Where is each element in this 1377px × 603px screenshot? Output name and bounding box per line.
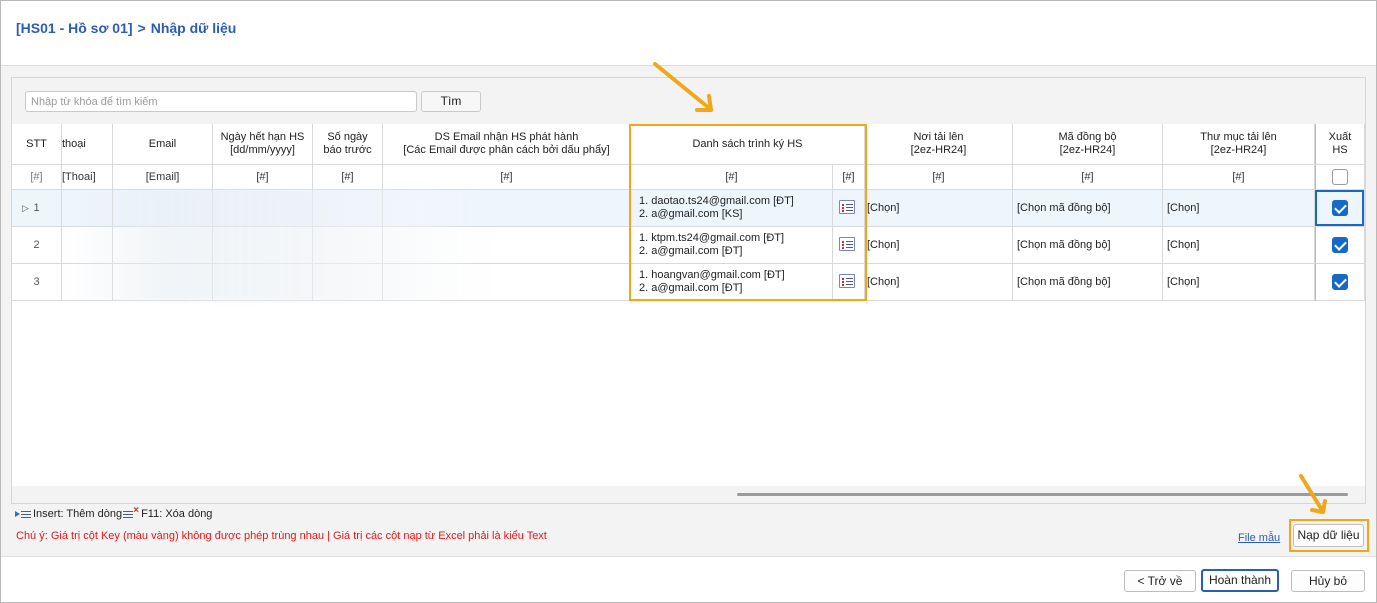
filter-sync-code[interactable]: [#] xyxy=(1013,165,1163,190)
cell-signers-picker[interactable] xyxy=(833,190,865,227)
search-button[interactable]: Tìm xyxy=(421,91,481,112)
cell-signers[interactable]: 1. ktpm.ts24@gmail.com [ĐT] 2. a@gmail.c… xyxy=(631,227,833,264)
col-header-expiry-date[interactable]: Ngày hết hạn HS [dd/mm/yyyy] xyxy=(213,124,313,165)
cell-notice-days[interactable] xyxy=(313,227,383,264)
finish-button[interactable]: Hoàn thành xyxy=(1201,569,1279,592)
filter-expiry-date[interactable]: [#] xyxy=(213,165,313,190)
breadcrumb-current-page: Nhập dữ liệu xyxy=(150,20,237,36)
filter-signers-icon-col[interactable]: [#] xyxy=(833,165,865,190)
filter-export xyxy=(1315,165,1365,190)
cell-email[interactable] xyxy=(113,227,213,264)
cell-phone[interactable] xyxy=(62,227,113,264)
row-number: 3 xyxy=(33,276,40,288)
cell-sync-code[interactable]: [Chọn mã đồng bộ] xyxy=(1013,227,1163,264)
keyboard-hints: Insert: Thêm dòng × F11: Xóa dòng xyxy=(15,506,213,520)
cell-export xyxy=(1315,264,1365,301)
cell-notice-days[interactable] xyxy=(313,190,383,227)
back-button[interactable]: < Trở về xyxy=(1124,570,1196,592)
focused-cell-outline xyxy=(1315,190,1364,226)
filter-upload-place[interactable]: [#] xyxy=(865,165,1013,190)
delete-row-icon: × xyxy=(123,506,139,519)
cell-sync-code[interactable]: [Chọn mã đồng bộ] xyxy=(1013,264,1163,301)
signer-line: 2. a@gmail.com [ĐT] xyxy=(639,245,743,257)
cell-upload-place[interactable]: [Chọn] xyxy=(865,264,1013,301)
col-header-sync-code[interactable]: Mã đồng bộ [2ez-HR24] xyxy=(1013,124,1163,165)
header-bar: [HS01 - Hồ sơ 01] > Nhập dữ liệu xyxy=(1,1,1376,66)
filter-signers[interactable]: [#] xyxy=(631,165,833,190)
signer-line: 1. ktpm.ts24@gmail.com [ĐT] xyxy=(639,232,785,244)
horizontal-scrollbar[interactable] xyxy=(12,486,1365,503)
cell-sync-code[interactable]: [Chọn mã đồng bộ] xyxy=(1013,190,1163,227)
cell-expiry-date[interactable] xyxy=(213,190,313,227)
filter-email[interactable]: [Email] xyxy=(113,165,213,190)
cell-notice-days[interactable] xyxy=(313,264,383,301)
cancel-button[interactable]: Hủy bỏ xyxy=(1291,570,1365,592)
cell-export xyxy=(1315,227,1365,264)
table-row-stt[interactable]: 2 xyxy=(12,227,62,264)
cell-email[interactable] xyxy=(113,190,213,227)
cell-signers[interactable]: 1. daotao.ts24@gmail.com [ĐT] 2. a@gmail… xyxy=(631,190,833,227)
load-data-button[interactable]: Nạp dữ liệu xyxy=(1293,524,1364,547)
delete-hint: F11: Xóa dòng xyxy=(141,508,213,520)
col-header-upload-folder[interactable]: Thư mục tải lên [2ez-HR24] xyxy=(1163,124,1315,165)
signer-line: 2. a@gmail.com [KS] xyxy=(639,208,743,220)
table-row-stt[interactable]: ▷ 1 xyxy=(12,190,62,227)
cell-expiry-date[interactable] xyxy=(213,264,313,301)
table-row-stt[interactable]: 3 xyxy=(12,264,62,301)
cell-signers[interactable]: 1. hoangvan@gmail.com [ĐT] 2. a@gmail.co… xyxy=(631,264,833,301)
insert-row-icon xyxy=(15,509,31,519)
cell-phone[interactable] xyxy=(62,264,113,301)
cell-signers-picker[interactable] xyxy=(833,264,865,301)
select-all-checkbox[interactable] xyxy=(1332,169,1348,185)
col-header-notice-days[interactable]: Số ngày báo trước xyxy=(313,124,383,165)
cell-signers-picker[interactable] xyxy=(833,227,865,264)
col-header-upload-place[interactable]: Nơi tải lên [2ez-HR24] xyxy=(865,124,1013,165)
breadcrumb-separator: > xyxy=(137,20,146,36)
cell-ds-email[interactable] xyxy=(383,190,631,227)
cell-upload-folder[interactable]: [Chọn] xyxy=(1163,190,1315,227)
current-row-indicator-icon: ▷ xyxy=(22,202,29,213)
signer-list-icon[interactable] xyxy=(839,237,855,251)
warning-note: Chú ý: Giá trị cột Key (màu vàng) không … xyxy=(16,530,547,542)
cell-upload-folder[interactable]: [Chọn] xyxy=(1163,227,1315,264)
insert-hint: Insert: Thêm dòng xyxy=(33,508,123,520)
filter-ds-email[interactable]: [#] xyxy=(383,165,631,190)
cell-ds-email[interactable] xyxy=(383,264,631,301)
col-header-export[interactable]: Xuất HS xyxy=(1315,124,1365,165)
cell-expiry-date[interactable] xyxy=(213,227,313,264)
scrollbar-thumb[interactable] xyxy=(737,493,1348,496)
row-number: 2 xyxy=(33,239,40,251)
col-header-email[interactable]: Email xyxy=(113,124,213,165)
filter-notice-days[interactable]: [#] xyxy=(313,165,383,190)
cell-ds-email[interactable] xyxy=(383,227,631,264)
signer-line: 1. daotao.ts24@gmail.com [ĐT] xyxy=(639,195,794,207)
breadcrumb-record[interactable]: [HS01 - Hồ sơ 01] xyxy=(16,20,133,36)
file-sample-link[interactable]: File mẫu xyxy=(1238,532,1280,544)
cell-upload-place[interactable]: [Chọn] xyxy=(865,190,1013,227)
footer-divider xyxy=(1,556,1376,557)
col-header-phone[interactable]: thoại xyxy=(62,124,113,165)
row-number: 1 xyxy=(33,202,40,214)
signer-line: 2. a@gmail.com [ĐT] xyxy=(639,282,743,294)
col-header-ds-email[interactable]: DS Email nhận HS phát hành [Các Email đư… xyxy=(383,124,631,165)
search-input[interactable] xyxy=(25,91,417,112)
col-header-signers[interactable]: Danh sách trình ký HS xyxy=(631,124,865,165)
breadcrumb: [HS01 - Hồ sơ 01] > Nhập dữ liệu xyxy=(16,20,236,36)
cell-upload-place[interactable]: [Chọn] xyxy=(865,227,1013,264)
col-header-stt[interactable]: STT xyxy=(12,124,62,165)
export-checkbox[interactable] xyxy=(1332,237,1348,253)
filter-upload-folder[interactable]: [#] xyxy=(1163,165,1315,190)
signer-list-icon[interactable] xyxy=(839,200,855,214)
cell-upload-folder[interactable]: [Chọn] xyxy=(1163,264,1315,301)
signer-line: 1. hoangvan@gmail.com [ĐT] xyxy=(639,269,785,281)
cell-phone[interactable] xyxy=(62,190,113,227)
filter-phone[interactable]: [Thoai] xyxy=(62,165,113,190)
cell-email[interactable] xyxy=(113,264,213,301)
signer-list-icon[interactable] xyxy=(839,274,855,288)
export-checkbox[interactable] xyxy=(1332,274,1348,290)
filter-stt[interactable]: [#] xyxy=(12,165,62,190)
